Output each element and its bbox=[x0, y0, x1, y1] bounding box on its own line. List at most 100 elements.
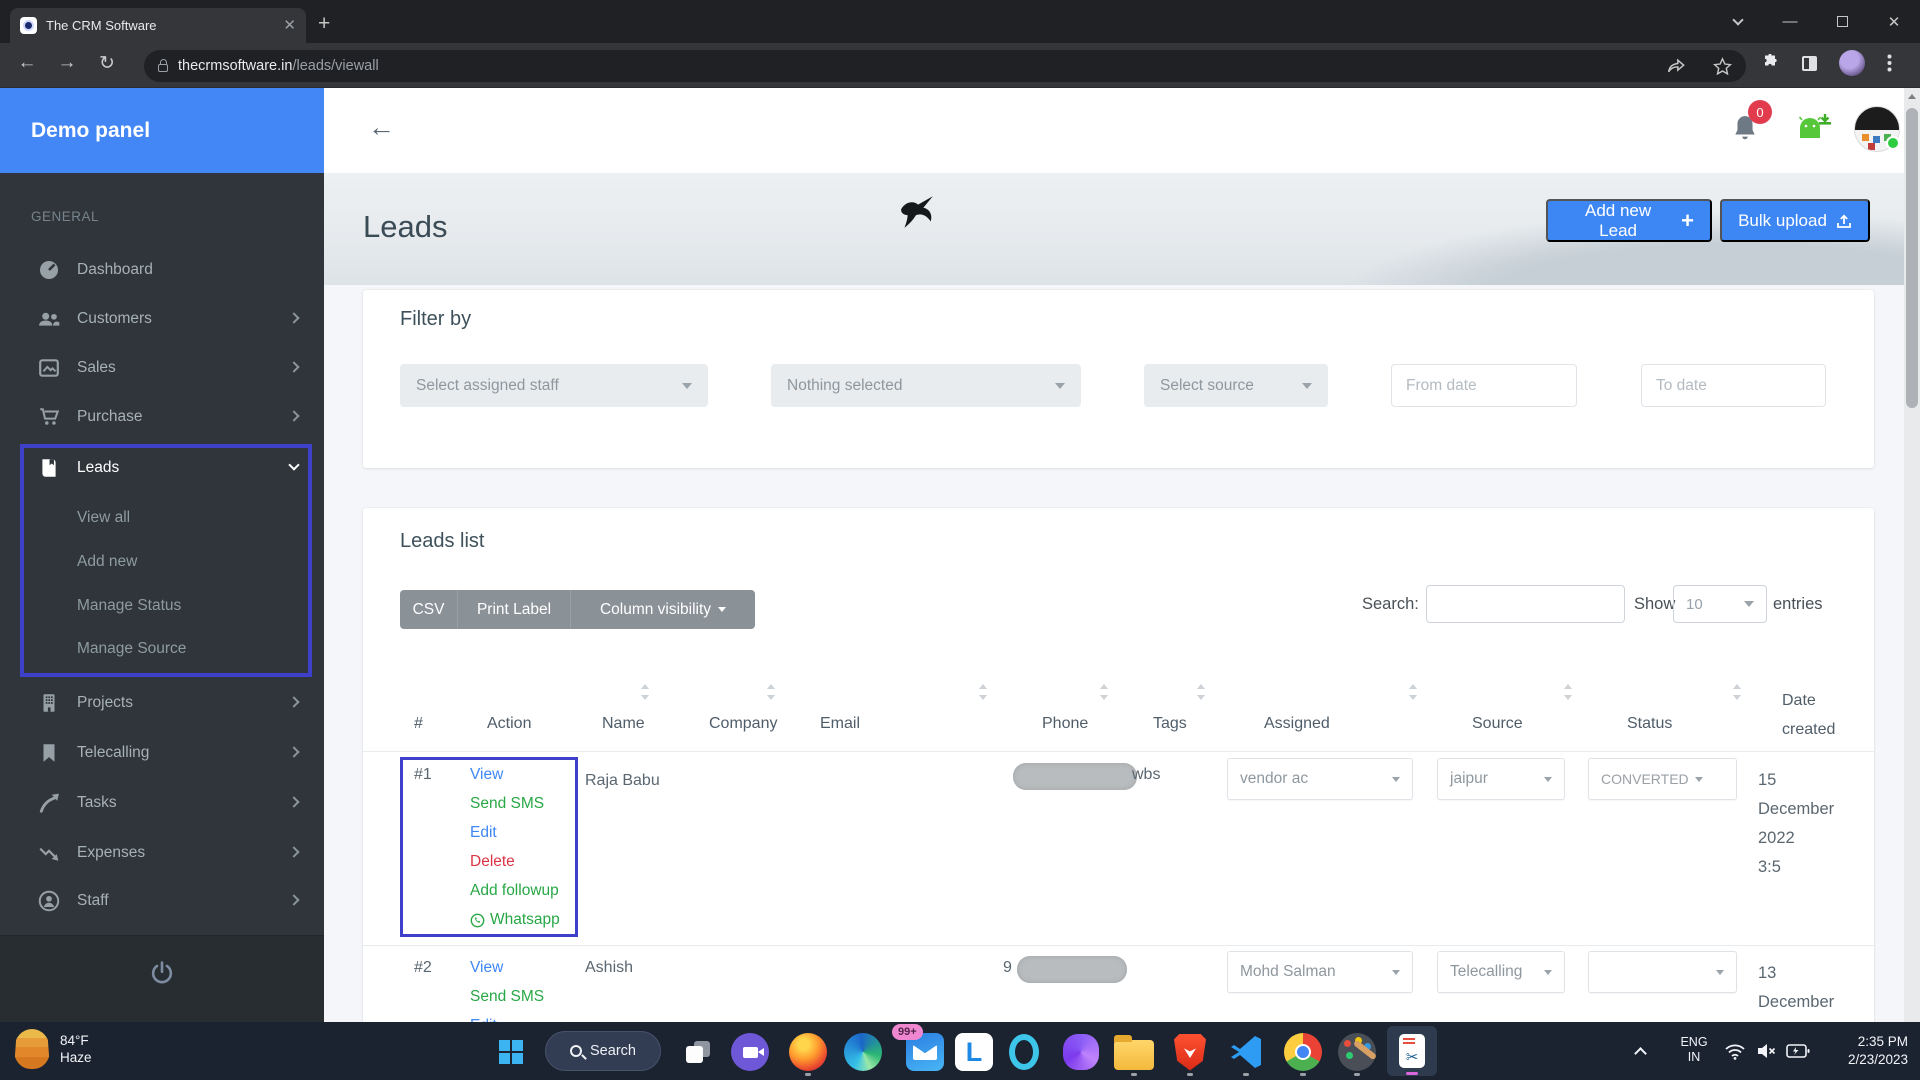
start-button[interactable] bbox=[490, 1031, 532, 1073]
tab-close-icon[interactable]: ✕ bbox=[283, 18, 296, 33]
sidebar-item-dashboard[interactable]: Dashboard bbox=[0, 245, 324, 294]
chrome-button[interactable] bbox=[1282, 1031, 1324, 1073]
sidebar-item-tasks[interactable]: Tasks bbox=[0, 778, 324, 827]
sort-arrows-icon[interactable] bbox=[979, 684, 987, 700]
to-date-input[interactable] bbox=[1641, 364, 1826, 407]
power-icon[interactable] bbox=[149, 960, 175, 986]
status-select[interactable]: CONVERTED bbox=[1588, 758, 1737, 800]
sidebar-subitem-add-new[interactable]: Add new bbox=[77, 553, 137, 571]
app-back-arrow[interactable]: ← bbox=[368, 112, 395, 143]
window-minimize-button[interactable]: — bbox=[1764, 0, 1816, 43]
browser-tab[interactable]: The CRM Software ✕ bbox=[10, 8, 306, 43]
wifi-indicator[interactable] bbox=[1724, 1022, 1746, 1080]
sort-arrows-icon[interactable] bbox=[1197, 684, 1205, 700]
tab-search-icon[interactable] bbox=[1712, 0, 1764, 43]
column-header-action[interactable]: Action bbox=[487, 715, 531, 733]
firefox-button[interactable] bbox=[787, 1031, 829, 1073]
sort-arrows-icon[interactable] bbox=[1409, 684, 1417, 700]
column-header-date-created[interactable]: Date created bbox=[1782, 686, 1852, 744]
action-send-sms-link[interactable]: Send SMS bbox=[470, 795, 544, 813]
column-header-source[interactable]: Source bbox=[1472, 715, 1523, 733]
android-app-download-icon[interactable] bbox=[1788, 110, 1832, 150]
scroll-up-button[interactable] bbox=[1904, 88, 1920, 104]
table-search-input[interactable] bbox=[1426, 585, 1625, 623]
sidebar-item-leads[interactable]: Leads bbox=[0, 443, 324, 492]
status-filter-select[interactable]: Nothing selected bbox=[771, 364, 1081, 407]
sort-arrows-icon[interactable] bbox=[1733, 684, 1741, 700]
column-header-tags[interactable]: Tags bbox=[1153, 715, 1187, 733]
side-panel-icon[interactable] bbox=[1802, 55, 1817, 71]
taskbar-search[interactable]: Search bbox=[545, 1031, 661, 1071]
sort-arrows-icon[interactable] bbox=[767, 684, 775, 700]
vscode-button[interactable] bbox=[1225, 1031, 1267, 1073]
action-add-followup-link[interactable]: Add followup bbox=[470, 882, 559, 900]
file-explorer-button[interactable] bbox=[1113, 1031, 1155, 1073]
sidebar-item-purchase[interactable]: Purchase bbox=[0, 392, 324, 441]
assigned-select[interactable]: Mohd Salman bbox=[1227, 951, 1413, 993]
browser-back-button[interactable]: ← bbox=[12, 52, 42, 74]
task-view-button[interactable] bbox=[677, 1031, 719, 1073]
sidebar-item-customers[interactable]: Customers bbox=[0, 294, 324, 343]
window-close-button[interactable]: ✕ bbox=[1868, 0, 1920, 43]
sidebar-subitem-view-all[interactable]: View all bbox=[77, 509, 130, 527]
edge-button[interactable] bbox=[842, 1031, 884, 1073]
column-visibility-button[interactable]: Column visibility bbox=[571, 590, 755, 629]
scrollbar-thumb[interactable] bbox=[1906, 108, 1918, 408]
browser-forward-button[interactable]: → bbox=[52, 52, 82, 74]
status-select[interactable] bbox=[1588, 951, 1737, 993]
sidebar-subitem-manage-source[interactable]: Manage Source bbox=[77, 640, 186, 658]
add-new-lead-button[interactable]: Add new Lead + bbox=[1546, 199, 1712, 242]
source-select[interactable]: jaipur bbox=[1437, 758, 1565, 800]
new-tab-button[interactable]: + bbox=[318, 13, 330, 34]
column-header-name[interactable]: Name bbox=[602, 715, 645, 733]
lightshot-button[interactable]: L bbox=[953, 1031, 995, 1073]
column-header-status[interactable]: Status bbox=[1627, 715, 1672, 733]
opera-button[interactable] bbox=[1003, 1031, 1045, 1073]
taskbar-clock[interactable]: 2:35 PM 2/23/2023 bbox=[1838, 1022, 1908, 1080]
browser-reload-button[interactable]: ↻ bbox=[92, 52, 122, 75]
csv-export-button[interactable]: CSV bbox=[400, 590, 457, 629]
loop-button[interactable] bbox=[1060, 1031, 1102, 1073]
taskbar-weather-widget[interactable]: 84°F Haze bbox=[14, 1029, 92, 1069]
action-view-link[interactable]: View bbox=[470, 766, 503, 784]
video-chat-app-button[interactable] bbox=[729, 1031, 771, 1073]
print-label-button[interactable]: Print Label bbox=[457, 590, 571, 629]
from-date-input[interactable] bbox=[1391, 364, 1577, 407]
action-send-sms-link[interactable]: Send SMS bbox=[470, 988, 544, 1006]
share-icon[interactable] bbox=[1667, 57, 1687, 75]
language-indicator[interactable]: ENG IN bbox=[1672, 1022, 1716, 1080]
lock-icon[interactable] bbox=[158, 58, 168, 72]
browser-menu-kebab-icon[interactable] bbox=[1887, 54, 1892, 72]
column-header-num[interactable]: # bbox=[414, 715, 423, 733]
brave-button[interactable] bbox=[1169, 1031, 1211, 1073]
column-header-assigned[interactable]: Assigned bbox=[1264, 715, 1330, 733]
sidebar-item-projects[interactable]: Projects bbox=[0, 678, 324, 727]
assigned-select[interactable]: vendor ac bbox=[1227, 758, 1413, 800]
extensions-puzzle-icon[interactable] bbox=[1760, 53, 1780, 73]
paint-app-button[interactable] bbox=[1336, 1031, 1378, 1073]
bulk-upload-button[interactable]: Bulk upload bbox=[1720, 199, 1870, 242]
source-filter-select[interactable]: Select source bbox=[1144, 364, 1328, 407]
address-bar[interactable]: thecrmsoftware.in/leads/viewall bbox=[144, 50, 1746, 82]
sidebar-item-sales[interactable]: Sales bbox=[0, 343, 324, 392]
sidebar-subitem-manage-status[interactable]: Manage Status bbox=[77, 597, 181, 615]
column-header-phone[interactable]: Phone bbox=[1042, 715, 1088, 733]
action-delete-link[interactable]: Delete bbox=[470, 853, 515, 871]
action-view-link[interactable]: View bbox=[470, 959, 503, 977]
url-text[interactable]: thecrmsoftware.in/leads/viewall bbox=[178, 58, 379, 74]
sidebar-item-expenses[interactable]: Expenses bbox=[0, 828, 324, 877]
battery-indicator[interactable] bbox=[1786, 1022, 1810, 1080]
mail-button[interactable]: 99+ bbox=[892, 1024, 946, 1073]
browser-profile-avatar[interactable] bbox=[1839, 50, 1865, 76]
assigned-staff-select[interactable]: Select assigned staff bbox=[400, 364, 708, 407]
action-edit-link[interactable]: Edit bbox=[470, 824, 497, 842]
volume-muted-indicator[interactable] bbox=[1755, 1022, 1777, 1080]
tray-show-hidden-icons[interactable] bbox=[1634, 1022, 1647, 1080]
sidebar-item-telecalling[interactable]: Telecalling bbox=[0, 728, 324, 777]
action-whatsapp-link[interactable]: Whatsapp bbox=[470, 911, 560, 929]
sidebar-item-staff[interactable]: Staff bbox=[0, 876, 324, 925]
source-select[interactable]: Telecalling bbox=[1437, 951, 1565, 993]
sort-arrows-icon[interactable] bbox=[1564, 684, 1572, 700]
snipping-tool-active-button[interactable]: ✂ bbox=[1387, 1026, 1437, 1076]
sort-arrows-icon[interactable] bbox=[1100, 684, 1108, 700]
